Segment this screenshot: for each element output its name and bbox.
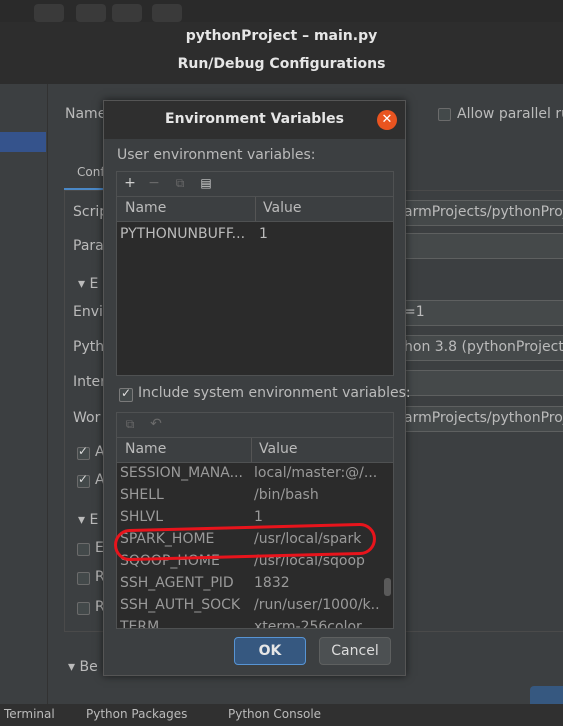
config-tree-panel[interactable]: [0, 84, 48, 704]
user-vars-table[interactable]: Name Value PYTHONUNBUFF... 1: [116, 196, 394, 376]
var-name: SHLVL: [120, 509, 164, 525]
dialog-title: Environment Variables: [165, 111, 344, 127]
env-vars-value: =1: [404, 304, 425, 320]
var-name: PYTHONUNBUFF...: [120, 226, 246, 242]
interpreter-options-field[interactable]: [404, 370, 563, 396]
before-launch-section[interactable]: ▾ Be: [68, 659, 98, 675]
environment-section-label: E: [89, 276, 99, 292]
allow-parallel-label: Allow parallel ru: [457, 106, 563, 122]
paste-icon[interactable]: ▤: [197, 174, 215, 192]
top-toolbar-strip: [0, 0, 563, 22]
search-icon[interactable]: [34, 4, 64, 22]
table-row[interactable]: PYTHONUNBUFF... 1: [117, 224, 393, 246]
title-bar: pythonProject – main.py Run/Debug Config…: [0, 22, 563, 84]
include-system-vars-checkbox[interactable]: [119, 386, 133, 402]
var-name: SHELL: [120, 487, 164, 503]
remove-icon[interactable]: −: [145, 174, 163, 192]
add-content-roots-checkbox[interactable]: [77, 444, 90, 460]
table-row[interactable]: TERM xterm-256color: [117, 617, 393, 629]
python-interpreter-label: Pyth: [73, 339, 105, 355]
run-with-console-checkbox[interactable]: [77, 572, 90, 585]
toolbar-icon[interactable]: [76, 4, 106, 22]
add-icon[interactable]: +: [121, 174, 139, 192]
name-column-header[interactable]: Name: [125, 441, 166, 457]
var-value: xterm-256color: [254, 619, 362, 629]
app-title: pythonProject – main.py: [185, 28, 378, 44]
script-path-value: armProjects/pythonProj: [404, 204, 563, 220]
interpreter-options-label: Inter: [73, 374, 106, 390]
var-name: SSH_AUTH_SOCK: [120, 597, 241, 613]
parameters-field[interactable]: [404, 233, 563, 259]
config-tree-selected-item[interactable]: [0, 132, 46, 152]
scrollbar-thumb[interactable]: [384, 578, 391, 596]
var-value: /run/user/1000/k...: [254, 597, 379, 613]
settings-icon[interactable]: [152, 4, 182, 22]
undo-icon[interactable]: ↶: [147, 415, 165, 433]
environment-section[interactable]: ▾ E: [78, 276, 98, 292]
system-vars-header: Name Value: [117, 438, 393, 463]
python-interpreter-value: hon 3.8 (pythonProject)): [404, 339, 563, 355]
table-row[interactable]: SHELL /bin/bash: [117, 485, 393, 507]
terminal-tab[interactable]: Terminal: [4, 707, 55, 721]
working-dir-value: armProjects/pythonProj: [404, 410, 563, 426]
var-name: TERM: [120, 619, 160, 629]
copy-icon[interactable]: ⧉: [121, 415, 139, 433]
var-value: 1832: [254, 575, 290, 591]
dialog-title: Run/Debug Configurations: [177, 56, 386, 72]
env-vars-field[interactable]: [404, 300, 563, 326]
value-column-header[interactable]: Value: [259, 441, 297, 457]
var-name: SSH_AGENT_PID: [120, 575, 234, 591]
tab-configuration[interactable]: Confi: [64, 162, 108, 191]
allow-parallel-checkbox[interactable]: [438, 108, 451, 121]
table-row[interactable]: SSH_AGENT_PID 1832: [117, 573, 393, 595]
bottom-tool-bar: Terminal Python Packages Python Console: [0, 704, 563, 726]
var-name: SESSION_MANA...: [120, 465, 243, 481]
user-vars-label: User environment variables:: [117, 147, 316, 163]
annotation-highlight: [113, 522, 377, 562]
before-launch-label: Be: [79, 659, 98, 675]
python-console-tab[interactable]: Python Console: [228, 707, 321, 721]
user-vars-header: Name Value: [117, 197, 393, 222]
execution-section-label: E: [89, 512, 99, 528]
working-dir-label: Wor: [73, 410, 101, 426]
execution-section[interactable]: ▾ E: [78, 512, 98, 528]
emulate-terminal-checkbox[interactable]: [77, 543, 90, 556]
table-row[interactable]: SESSION_MANA... local/master:@/...: [117, 463, 393, 485]
ok-button[interactable]: OK: [234, 637, 306, 665]
name-column-header[interactable]: Name: [125, 200, 166, 216]
redirect-input-checkbox[interactable]: [77, 602, 90, 615]
python-packages-tab[interactable]: Python Packages: [86, 707, 187, 721]
system-vars-toolbar: ⧉ ↶: [116, 412, 394, 437]
cancel-button[interactable]: Cancel: [319, 637, 391, 665]
environment-variables-dialog: Environment Variables ✕ User environment…: [103, 100, 411, 676]
include-system-vars-label: Include system environment variables:: [138, 385, 411, 401]
user-vars-toolbar: + − ⧉ ▤: [116, 171, 394, 196]
value-column-header[interactable]: Value: [263, 200, 301, 216]
name-label: Name: [65, 106, 107, 122]
dialog-header: Environment Variables ✕: [104, 101, 405, 139]
close-icon[interactable]: ✕: [377, 110, 397, 130]
var-value: local/master:@/...: [254, 465, 378, 481]
add-source-roots-checkbox[interactable]: [77, 472, 90, 488]
table-row[interactable]: SSH_AUTH_SOCK /run/user/1000/k...: [117, 595, 393, 617]
var-value: 1: [259, 226, 268, 242]
copy-icon[interactable]: ⧉: [171, 174, 189, 192]
menu-icon[interactable]: [112, 4, 142, 22]
parameters-label: Para: [73, 238, 104, 254]
var-value: /bin/bash: [254, 487, 319, 503]
